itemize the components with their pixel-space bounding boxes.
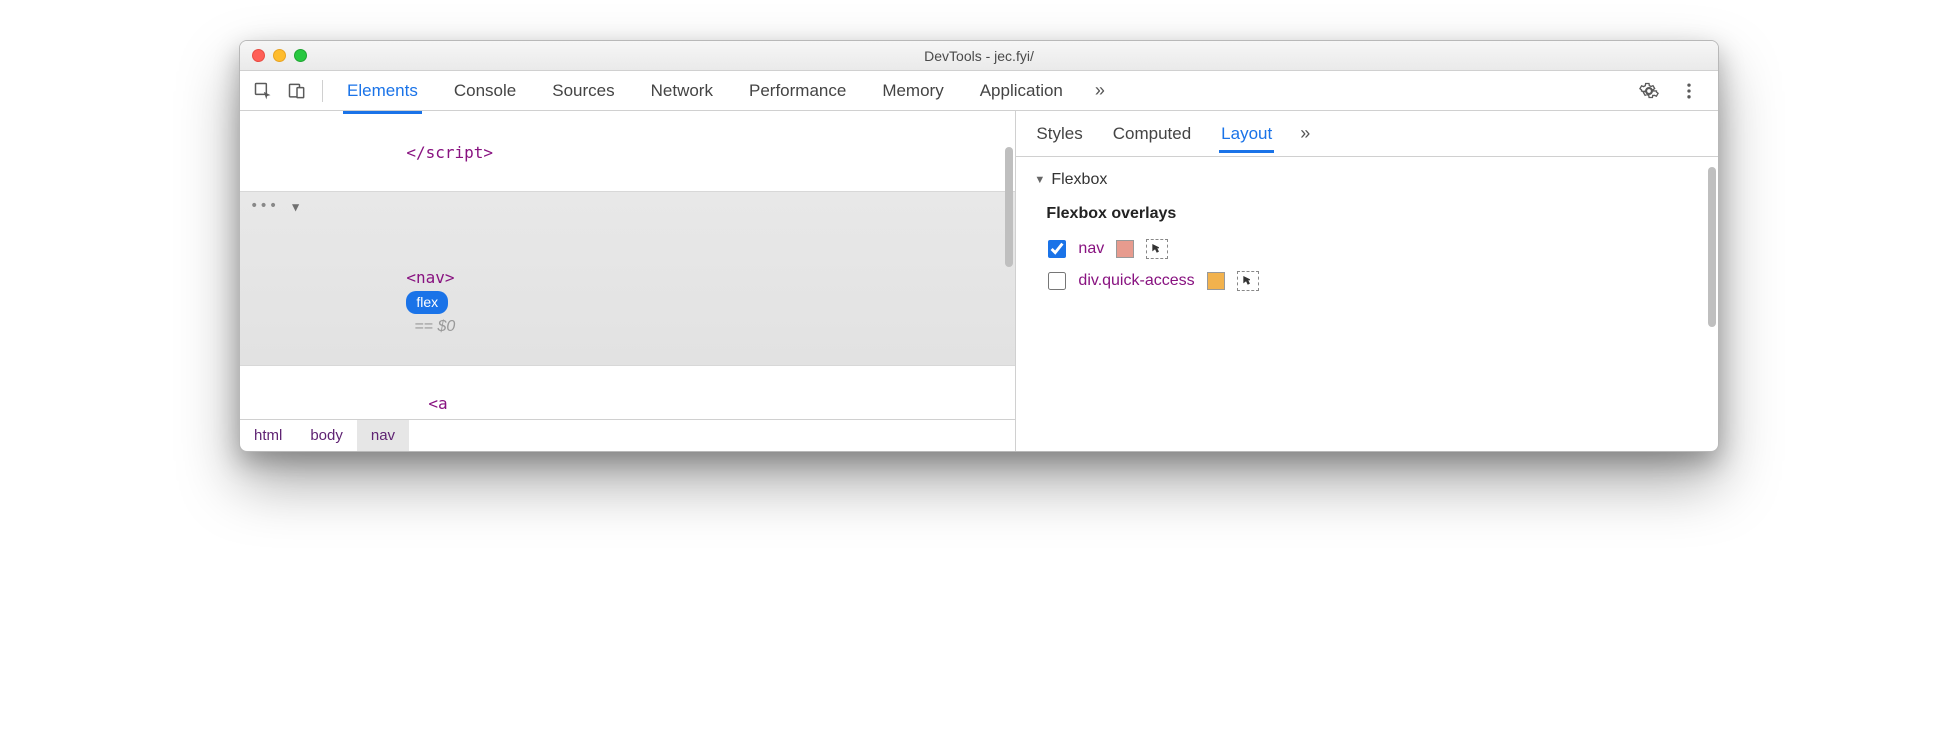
elements-scrollbar[interactable] xyxy=(1003,147,1013,337)
side-tab-computed[interactable]: Computed xyxy=(1111,116,1193,152)
dom-text: </script​> xyxy=(406,143,493,162)
more-tabs-icon[interactable]: » xyxy=(1095,80,1105,101)
flexbox-section-header[interactable]: ▼ Flexbox xyxy=(1034,167,1700,199)
tab-elements[interactable]: Elements xyxy=(343,75,422,107)
overlay-picker-icon[interactable] xyxy=(1237,271,1259,291)
overlay-picker-icon[interactable] xyxy=(1146,239,1168,259)
side-tab-styles[interactable]: Styles xyxy=(1034,116,1084,152)
overlay-checkbox-quick-access[interactable] xyxy=(1048,272,1066,290)
flex-badge[interactable]: flex xyxy=(406,291,448,314)
tab-sources[interactable]: Sources xyxy=(548,75,618,107)
flexbox-section: ▼ Flexbox Flexbox overlays nav xyxy=(1016,157,1718,307)
settings-gear-icon[interactable] xyxy=(1634,76,1664,106)
elements-breadcrumb: html body nav xyxy=(240,419,1015,451)
window-title: DevTools - jec.fyi/ xyxy=(240,48,1718,64)
overlay-checkbox-nav[interactable] xyxy=(1048,240,1066,258)
main-toolbar: Elements Console Sources Network Perform… xyxy=(240,71,1718,111)
disclosure-triangle-icon[interactable]: ▼ xyxy=(1034,174,1045,186)
tab-network[interactable]: Network xyxy=(647,75,717,107)
crumb-nav[interactable]: nav xyxy=(357,420,409,451)
tab-performance[interactable]: Performance xyxy=(745,75,850,107)
dom-node-nav-selected[interactable]: ••• ▼ <nav> flex == $0 xyxy=(240,191,1015,366)
more-side-tabs-icon[interactable]: » xyxy=(1300,123,1310,144)
flexbox-overlays-title: Flexbox overlays xyxy=(1034,199,1700,233)
elements-panel: </script​> ••• ▼ <nav> flex == $0 <a id=… xyxy=(240,111,1016,451)
overlay-row-nav: nav xyxy=(1034,233,1700,265)
content-area: </script​> ••• ▼ <nav> flex == $0 <a id=… xyxy=(240,111,1718,451)
gutter-more-icon[interactable]: ••• xyxy=(250,196,278,217)
overlay-element-name[interactable]: nav xyxy=(1078,240,1104,258)
tab-application[interactable]: Application xyxy=(976,75,1067,107)
side-scrollbar[interactable] xyxy=(1706,167,1716,427)
tab-memory[interactable]: Memory xyxy=(878,75,947,107)
overlay-row-quick-access: div.quick-access xyxy=(1034,265,1700,297)
side-panel-tabs: Styles Computed Layout » xyxy=(1016,111,1718,157)
scrollbar-thumb[interactable] xyxy=(1708,167,1716,327)
inspect-element-icon[interactable] xyxy=(248,76,278,106)
overlay-element-name[interactable]: div.quick-access xyxy=(1078,272,1194,290)
console-reference: == $0 xyxy=(414,318,455,335)
overlay-color-swatch[interactable] xyxy=(1116,240,1134,258)
scrollbar-thumb[interactable] xyxy=(1005,147,1013,267)
window-titlebar: DevTools - jec.fyi/ xyxy=(240,41,1718,71)
toolbar-separator xyxy=(322,80,323,102)
crumb-body[interactable]: body xyxy=(296,420,357,451)
tab-console[interactable]: Console xyxy=(450,75,520,107)
dom-node-script-close[interactable]: </script​> xyxy=(240,115,1015,191)
side-tab-layout[interactable]: Layout xyxy=(1219,116,1274,152)
kebab-menu-icon[interactable] xyxy=(1674,76,1704,106)
crumb-html[interactable]: html xyxy=(240,420,296,451)
section-title: Flexbox xyxy=(1051,171,1107,189)
dom-node-anchor[interactable]: <a id="logo" href="/">Page title</a> xyxy=(240,366,1015,419)
device-toolbar-icon[interactable] xyxy=(282,76,312,106)
devtools-window: DevTools - jec.fyi/ Elements Console Sou… xyxy=(239,40,1719,452)
styles-side-panel: Styles Computed Layout » ▼ Flexbox Flexb… xyxy=(1016,111,1718,451)
main-panel-tabs: Elements Console Sources Network Perform… xyxy=(333,75,1630,107)
dom-tree[interactable]: </script​> ••• ▼ <nav> flex == $0 <a id=… xyxy=(240,111,1015,419)
toolbar-right xyxy=(1634,76,1710,106)
overlay-color-swatch[interactable] xyxy=(1207,272,1225,290)
expand-caret-icon[interactable]: ▼ xyxy=(292,198,299,216)
